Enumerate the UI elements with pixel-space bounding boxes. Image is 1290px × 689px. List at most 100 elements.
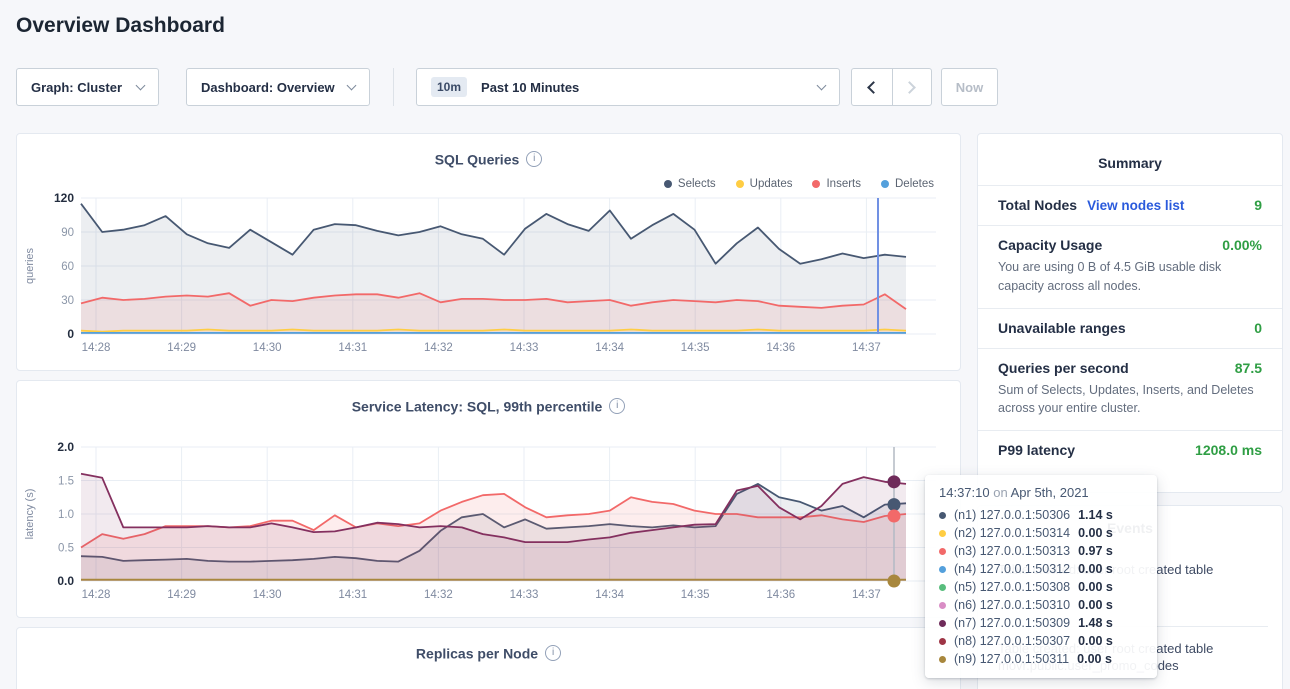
y-tick-label: 1.5	[58, 476, 74, 488]
series-dot-icon	[939, 620, 946, 627]
time-next-button[interactable]	[892, 69, 932, 105]
tooltip-row: (n6) 127.0.0.1:50310 0.00 s	[939, 596, 1143, 614]
x-tick-label: 14:34	[595, 589, 624, 601]
sql-queries-plot[interactable]: 14:2814:2914:3014:3114:3214:3314:3414:35…	[17, 134, 962, 372]
view-nodes-list-link[interactable]: View nodes list	[1087, 198, 1184, 213]
y-tick-label: 0.5	[58, 543, 74, 555]
summary-row-value: 9	[1254, 197, 1262, 213]
tooltip-node-label: (n7) 127.0.0.1:50309	[954, 616, 1070, 630]
tooltip-node-label: (n8) 127.0.0.1:50307	[954, 634, 1070, 648]
page-title: Overview Dashboard	[16, 14, 225, 38]
summary-row-label: Total Nodes	[998, 197, 1077, 213]
x-tick-label: 14:35	[681, 589, 710, 601]
x-tick-label: 14:30	[253, 589, 282, 601]
x-tick-label: 14:32	[424, 589, 453, 601]
y-tick-label: 90	[61, 227, 74, 239]
tooltip-row: (n9) 127.0.0.1:50311 0.00 s	[939, 650, 1143, 668]
summary-panel: Summary Total Nodes View nodes list 9 Capac…	[977, 133, 1283, 493]
y-tick-label: 0	[67, 327, 74, 341]
x-tick-label: 14:28	[82, 342, 111, 354]
now-button[interactable]: Now	[941, 68, 998, 106]
series-dot-icon	[939, 548, 946, 555]
x-tick-label: 14:29	[167, 589, 196, 601]
y-tick-label: 2.0	[57, 440, 74, 454]
service-latency-chart-card: Service Latency: SQL, 99th percentilei 1…	[16, 380, 961, 618]
summary-row-label: P99 latency	[998, 442, 1075, 458]
tooltip-row: (n1) 127.0.0.1:503061.14 s	[939, 506, 1143, 524]
y-axis-title: queries	[24, 247, 36, 284]
hover-point-dot	[888, 475, 901, 488]
summary-row-description: You are using 0 B of 4.5 GiB usable disk…	[998, 258, 1262, 296]
tooltip-node-label: (n6) 127.0.0.1:50310	[954, 598, 1070, 612]
chart-title-row: Replicas per Node i	[17, 644, 960, 661]
tooltip-node-value: 0.00 s	[1077, 652, 1112, 666]
x-tick-label: 14:35	[681, 342, 710, 354]
summary-row: Unavailable ranges 0	[978, 308, 1282, 348]
summary-row-value: 0	[1254, 320, 1262, 336]
tooltip-row: (n2) 127.0.0.1:503140.00 s	[939, 524, 1143, 542]
tooltip-node-value: 0.00 s	[1078, 562, 1113, 576]
summary-row: Queries per second87.5Sum of Selects, Up…	[978, 348, 1282, 431]
chevron-right-icon	[903, 81, 916, 94]
x-tick-label: 14:36	[766, 589, 795, 601]
y-tick-label: 1.0	[58, 509, 74, 521]
summary-row-value: 1208.0 ms	[1195, 442, 1262, 458]
tooltip-row: (n3) 127.0.0.1:50313 0.97 s	[939, 542, 1143, 560]
tooltip-node-value: 1.14 s	[1078, 508, 1113, 522]
series-dot-icon	[939, 602, 946, 609]
tooltip-node-value: 0.00 s	[1078, 634, 1113, 648]
dashboard-dropdown[interactable]: Dashboard: Overview	[186, 68, 370, 106]
summary-row-label: Queries per second	[998, 360, 1129, 376]
summary-row: Capacity Usage0.00%You are using 0 B of …	[978, 225, 1282, 308]
service-latency-plot[interactable]: 14:2814:2914:3014:3114:3214:3314:3414:35…	[17, 381, 962, 619]
hover-point-dot	[888, 510, 901, 523]
x-tick-label: 14:34	[595, 342, 624, 354]
summary-row-value: 0.00%	[1222, 237, 1262, 253]
tooltip-node-label: (n4) 127.0.0.1:50312	[954, 562, 1070, 576]
summary-title: Summary	[978, 134, 1282, 185]
toolbar-divider	[393, 68, 394, 106]
chevron-down-icon	[136, 81, 146, 91]
series-dot-icon	[939, 566, 946, 573]
chevron-down-icon	[817, 81, 827, 91]
series-dot-icon	[939, 638, 946, 645]
time-prev-button[interactable]	[852, 69, 892, 105]
tooltip-row: (n8) 127.0.0.1:50307 0.00 s	[939, 632, 1143, 650]
overview-dashboard-page: Overview Dashboard Graph: Cluster Dashbo…	[0, 0, 1290, 689]
tooltip-node-value: 0.00 s	[1078, 580, 1113, 594]
time-range-label: Past 10 Minutes	[481, 80, 579, 95]
replicas-per-node-chart-card: Replicas per Node i	[16, 627, 961, 689]
graph-dropdown-label: Graph: Cluster	[31, 80, 122, 95]
tooltip-row: (n4) 127.0.0.1:50312 0.00 s	[939, 560, 1143, 578]
dashboard-dropdown-label: Dashboard: Overview	[201, 80, 335, 95]
x-tick-label: 14:29	[167, 342, 196, 354]
y-tick-label: 120	[54, 191, 74, 205]
x-tick-label: 14:36	[766, 342, 795, 354]
series-dot-icon	[939, 584, 946, 591]
summary-row-description: Sum of Selects, Updates, Inserts, and De…	[998, 381, 1262, 419]
tooltip-node-label: (n3) 127.0.0.1:50313	[954, 544, 1070, 558]
replicas-per-node-chart-title: Replicas per Node	[416, 645, 538, 661]
x-tick-label: 14:37	[852, 589, 881, 601]
summary-row-label: Unavailable ranges	[998, 320, 1126, 336]
y-tick-label: 30	[61, 295, 74, 307]
series-dot-icon	[939, 656, 946, 663]
chart-hover-tooltip: 14:37:10 on Apr 5th, 2021 (n1) 127.0.0.1…	[925, 475, 1157, 678]
graph-dropdown[interactable]: Graph: Cluster	[16, 68, 159, 106]
tooltip-row: (n7) 127.0.0.1:50309 1.48 s	[939, 614, 1143, 632]
tooltip-node-label: (n9) 127.0.0.1:50311	[954, 652, 1069, 666]
x-tick-label: 14:37	[852, 342, 881, 354]
x-tick-label: 14:32	[424, 342, 453, 354]
series-dot-icon	[939, 512, 946, 519]
tooltip-row: (n5) 127.0.0.1:503080.00 s	[939, 578, 1143, 596]
tooltip-node-value: 1.48 s	[1078, 616, 1113, 630]
tooltip-node-value: 0.00 s	[1078, 526, 1113, 540]
sql-queries-chart-card: SQL Queriesi SelectsUpdatesInsertsDelete…	[16, 133, 961, 371]
x-tick-label: 14:31	[338, 589, 367, 601]
time-range-picker[interactable]: 10m Past 10 Minutes	[416, 68, 840, 106]
tooltip-node-value: 0.97 s	[1078, 544, 1113, 558]
tooltip-node-value: 0.00 s	[1078, 598, 1113, 612]
hover-point-dot	[888, 575, 901, 588]
summary-row: P99 latency 1208.0 ms	[978, 430, 1282, 470]
info-icon[interactable]: i	[545, 645, 561, 661]
